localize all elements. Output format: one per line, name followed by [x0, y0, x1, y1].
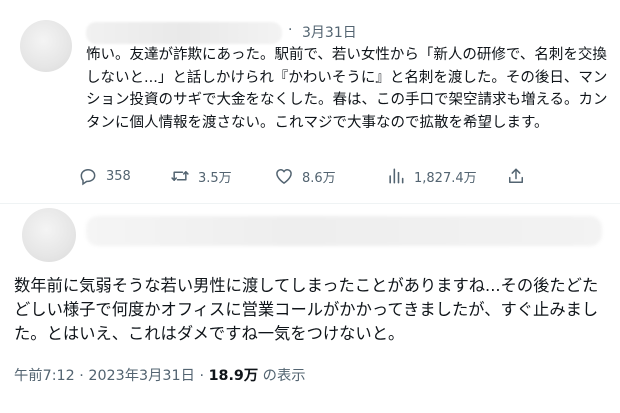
- tweet-date-link[interactable]: 3月31日: [302, 22, 357, 42]
- retweet-button[interactable]: 3.5万: [170, 166, 232, 186]
- tweet-text: 怖い。友達が詐欺にあった。駅前で、若い女性から「新人の研修で、名刺を交換しないと…: [86, 47, 608, 131]
- blurred-user-name[interactable]: [86, 22, 282, 44]
- avatar[interactable]: [20, 20, 72, 72]
- share-button[interactable]: [506, 166, 526, 186]
- reply-time[interactable]: 午前7:12: [14, 364, 75, 385]
- reply-text: 数年前に気弱そうな若い男性に渡してしまったことがありますね...その後たどたどし…: [14, 276, 599, 343]
- reply-button[interactable]: 358: [78, 166, 131, 186]
- reply-icon: [80, 168, 96, 186]
- share-icon: [509, 168, 523, 183]
- reply-views-label: の表示: [258, 368, 306, 384]
- reply-avatar[interactable]: [22, 208, 76, 262]
- blurred-reply-user-name[interactable]: [86, 216, 602, 246]
- heart-icon: [276, 169, 292, 184]
- like-count: 8.6万: [302, 170, 336, 186]
- reply-count: 358: [106, 168, 131, 184]
- like-button[interactable]: 8.6万: [274, 166, 336, 186]
- meta-separator: ·: [74, 368, 89, 384]
- retweet-count: 3.5万: [198, 170, 232, 186]
- reply-meta: 午前7:12 · 2023年3月31日 · 18.9万 の表示: [14, 364, 306, 385]
- reply-date[interactable]: 2023年3月31日: [88, 364, 195, 385]
- reply-header: [0, 204, 620, 264]
- views-button[interactable]: 1,827.4万: [386, 166, 477, 186]
- tweet-actions: 358 3.5万 8.6万 1,827.4万: [78, 166, 538, 190]
- retweet-icon: [171, 171, 189, 181]
- view-count: 1,827.4万: [414, 170, 477, 186]
- original-tweet: · 3月31日 怖い。友達が詐欺にあった。駅前で、若い女性から「新人の研修で、名…: [0, 0, 620, 203]
- reply-views-count[interactable]: 18.9万: [209, 364, 259, 385]
- meta-separator: ·: [194, 368, 209, 384]
- views-icon: [389, 168, 404, 184]
- header-separator: ·: [288, 22, 293, 38]
